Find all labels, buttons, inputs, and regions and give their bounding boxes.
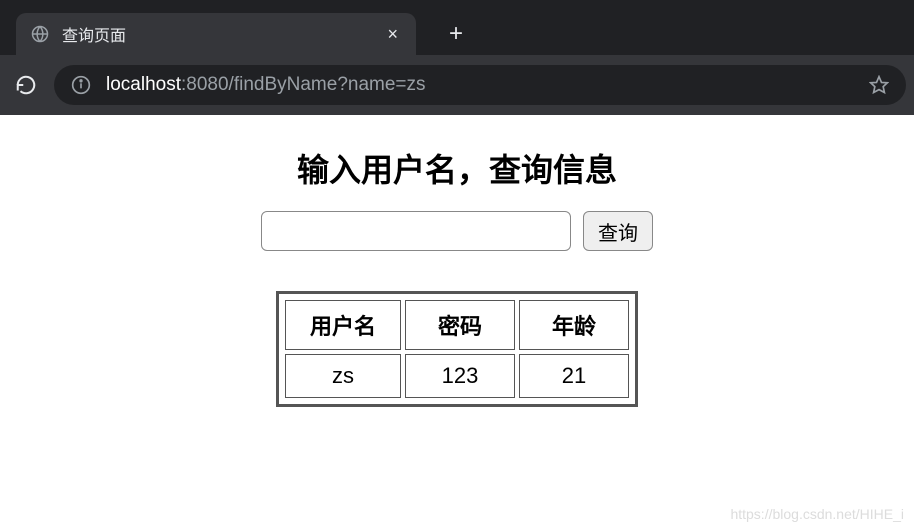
- globe-icon: [30, 24, 50, 44]
- table-header-row: 用户名 密码 年龄: [285, 300, 629, 350]
- url-host: localhost: [106, 74, 181, 95]
- bookmark-icon[interactable]: [868, 74, 890, 96]
- browser-tab[interactable]: 查询页面 ×: [16, 13, 416, 55]
- page-title: 输入用户名，查询信息: [0, 145, 914, 191]
- col-age: 年龄: [519, 300, 629, 350]
- address-bar[interactable]: localhost:8080/findByName?name=zs: [54, 65, 906, 105]
- username-input[interactable]: [261, 211, 571, 251]
- cell-age: 21: [519, 354, 629, 398]
- url-path: :8080/findByName?name=zs: [181, 74, 426, 95]
- watermark: https://blog.csdn.net/HIHE_i: [730, 506, 904, 522]
- new-tab-button[interactable]: +: [436, 13, 476, 55]
- cell-username: zs: [285, 354, 401, 398]
- url-text: localhost:8080/findByName?name=zs: [106, 74, 868, 96]
- close-icon[interactable]: ×: [383, 24, 402, 45]
- cell-password: 123: [405, 354, 515, 398]
- site-info-icon[interactable]: [70, 74, 92, 96]
- col-password: 密码: [405, 300, 515, 350]
- search-form: 查询: [0, 211, 914, 251]
- search-button[interactable]: 查询: [583, 211, 653, 251]
- toolbar: localhost:8080/findByName?name=zs: [0, 55, 914, 115]
- tab-title: 查询页面: [62, 22, 383, 46]
- page-content: 输入用户名，查询信息 查询 用户名 密码 年龄 zs 123 21: [0, 115, 914, 432]
- tab-strip: 查询页面 × +: [0, 0, 914, 55]
- col-username: 用户名: [285, 300, 401, 350]
- results-table: 用户名 密码 年龄 zs 123 21: [281, 296, 633, 402]
- table-row: zs 123 21: [285, 354, 629, 398]
- reload-button[interactable]: [8, 67, 44, 103]
- results-table-wrap: 用户名 密码 年龄 zs 123 21: [276, 291, 638, 407]
